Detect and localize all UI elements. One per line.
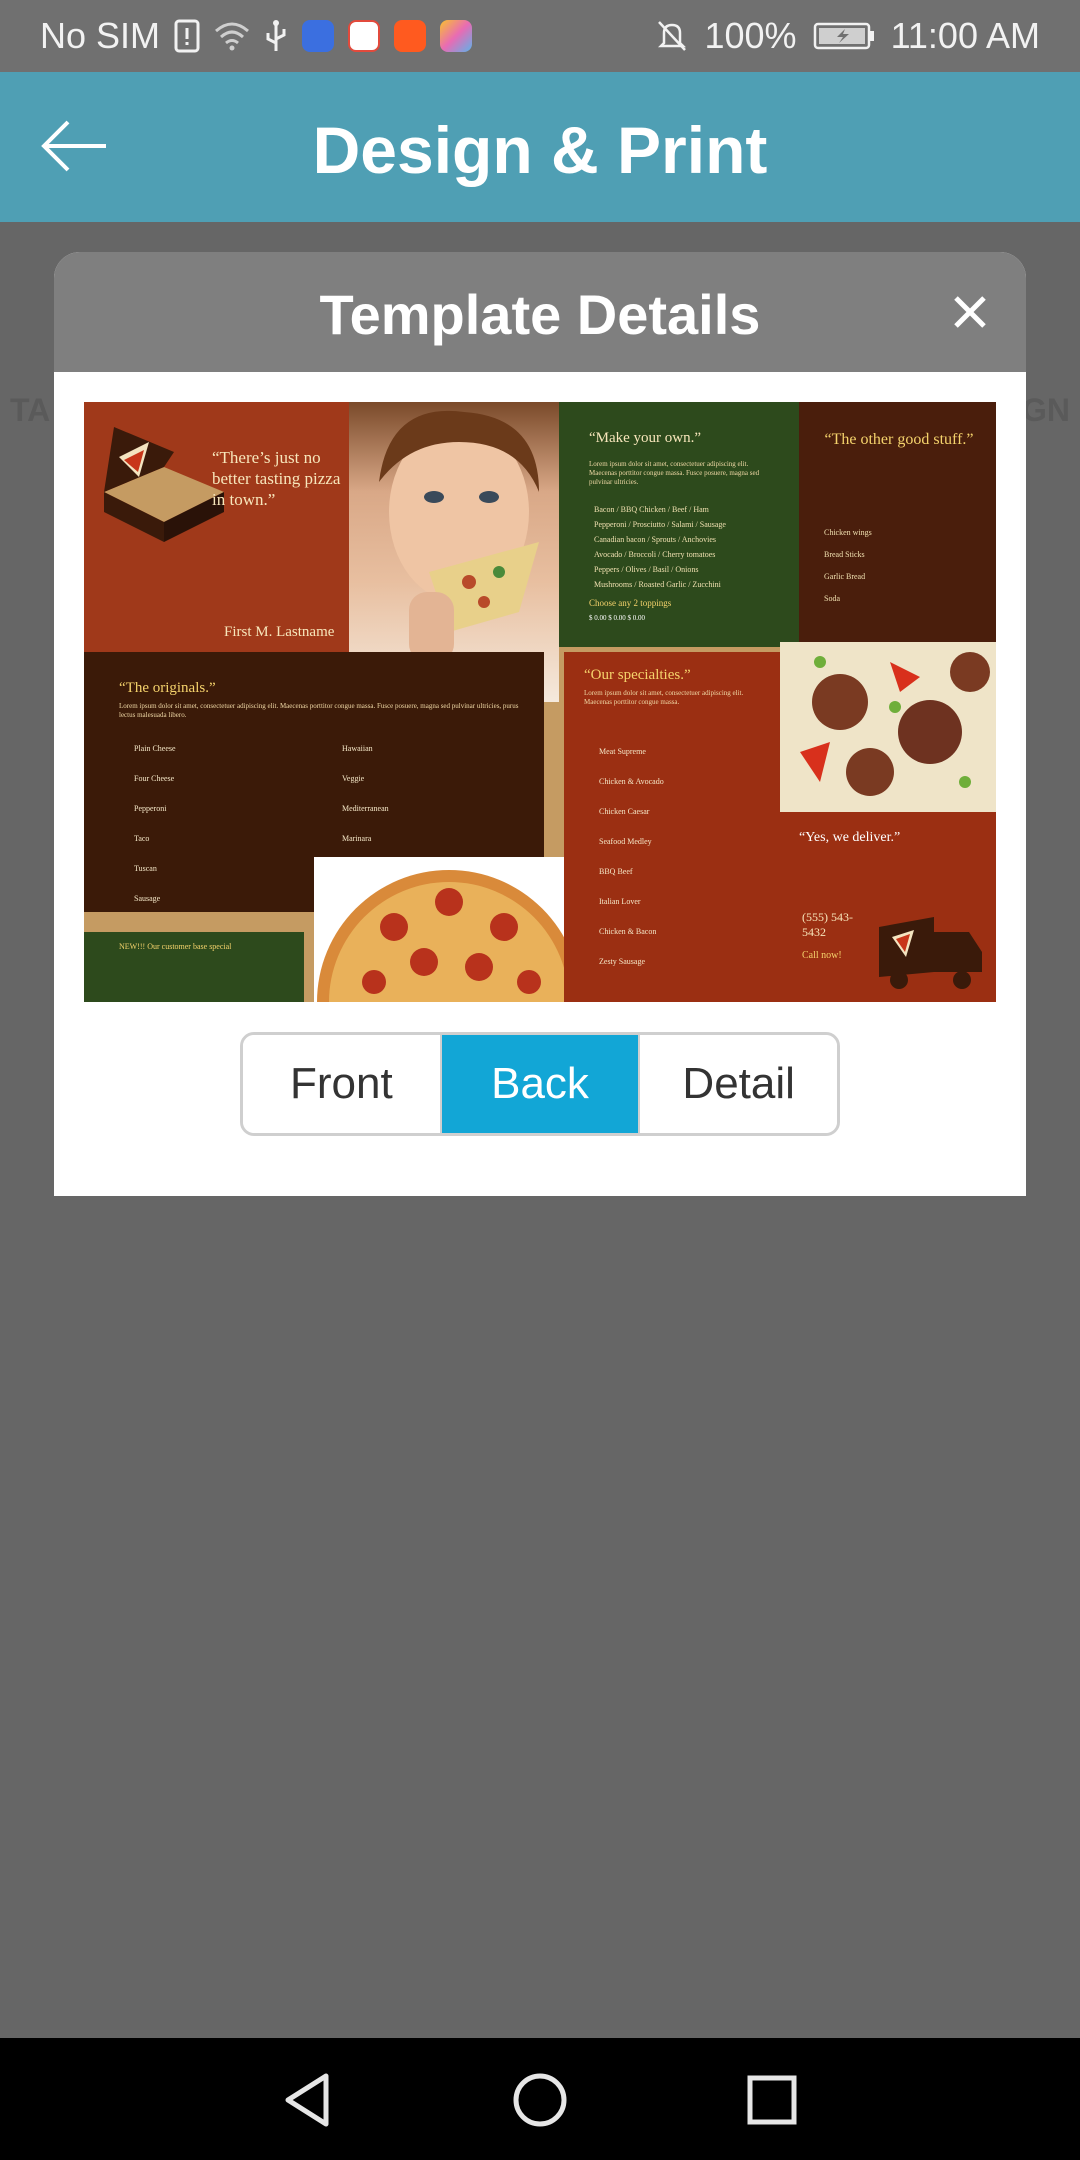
battery-charging-icon xyxy=(813,21,875,51)
template-details-dialog: Template Details “There’s just no better… xyxy=(54,252,1026,1196)
other-good-stuff-heading: “The other good stuff.” xyxy=(824,431,974,448)
original-item: Pepperoni xyxy=(134,804,167,813)
battery-percent: 100% xyxy=(704,15,797,56)
call-now: Call now! xyxy=(802,950,842,961)
original-item: Mediterranean xyxy=(342,804,389,813)
quote-top-left: “There’s just no better tasting pizza in… xyxy=(212,448,341,509)
specialty-item: Meat Supreme xyxy=(599,747,646,756)
usb-icon xyxy=(264,19,288,53)
originals-heading: “The originals.” xyxy=(119,680,216,696)
other-item: Bread Sticks xyxy=(824,550,865,559)
meatball-pizza-photo xyxy=(780,642,996,812)
photos-app-icon xyxy=(440,20,473,52)
dialog-header: Template Details xyxy=(54,252,1026,372)
new-customer-text: NEW!!! Our customer base special xyxy=(119,942,232,951)
tab-detail[interactable]: Detail xyxy=(640,1035,837,1133)
nav-home-icon[interactable] xyxy=(508,2068,572,2132)
specialty-item: BBQ Beef xyxy=(599,867,633,876)
specialty-item: Zesty Sausage xyxy=(599,957,645,966)
specialty-item: Chicken & Avocado xyxy=(599,777,664,786)
signature: First M. Lastname xyxy=(224,624,335,640)
nav-back-icon[interactable] xyxy=(276,2068,340,2132)
wifi-icon xyxy=(214,21,250,51)
original-item: Hawaiian xyxy=(342,744,373,753)
du-app-icon xyxy=(348,20,381,52)
specialty-item: Seafood Medley xyxy=(599,837,652,846)
toppings-line: Bacon / BBQ Chicken / Beef / Ham xyxy=(594,505,709,514)
sim-alert-icon xyxy=(174,19,200,53)
other-item: Chicken wings xyxy=(824,528,872,537)
carrier-label: No SIM xyxy=(40,15,161,56)
toppings-line: Mushrooms / Roasted Garlic / Zucchini xyxy=(594,580,721,589)
dialog-title: Template Details xyxy=(319,283,761,346)
template-preview-image: “There’s just no better tasting pizza in… xyxy=(84,402,996,1002)
toppings-line: Peppers / Olives / Basil / Onions xyxy=(594,565,699,574)
specialty-item: Chicken Caesar xyxy=(599,807,650,816)
tab-front[interactable]: Front xyxy=(243,1035,442,1133)
mute-icon xyxy=(656,19,688,53)
original-item: Sausage xyxy=(134,894,161,903)
choose-toppings: Choose any 2 toppings xyxy=(589,598,672,608)
original-item: Marinara xyxy=(342,834,372,843)
delivery-truck-illustration xyxy=(879,917,982,989)
nav-recents-icon[interactable] xyxy=(740,2068,804,2132)
phone-number: (555) 543-5432 xyxy=(802,910,853,939)
original-item: Tuscan xyxy=(134,864,157,873)
toppings-line: Canadian bacon / Sprouts / Anchovies xyxy=(594,535,716,544)
deliver-heading: “Yes, we deliver.” xyxy=(799,830,901,845)
app-title: Design & Print xyxy=(312,113,768,187)
original-item: Veggie xyxy=(342,774,365,783)
music-app-icon xyxy=(302,20,335,52)
toppings-line: Avocado / Broccoli / Cherry tomatoes xyxy=(594,550,716,559)
other-item: Garlic Bread xyxy=(824,572,866,581)
price-line: $ 0.00 $ 0.00 $ 0.00 xyxy=(589,614,645,622)
tab-back[interactable]: Back xyxy=(441,1035,641,1133)
app-bar: Design & Print xyxy=(0,72,1080,222)
specialties-heading: “Our specialties.” xyxy=(584,667,691,683)
close-icon[interactable] xyxy=(950,292,990,332)
toppings-line: Pepperoni / Prosciutto / Salami / Sausag… xyxy=(594,520,726,529)
video-app-icon xyxy=(394,20,427,52)
make-your-own-heading: “Make your own.” xyxy=(589,430,702,446)
status-bar: No SIM 100% 11:00 AM xyxy=(0,0,1080,72)
specialty-item: Chicken & Bacon xyxy=(599,927,657,936)
original-item: Plain Cheese xyxy=(134,744,176,753)
original-item: Taco xyxy=(134,834,150,843)
original-item: Four Cheese xyxy=(134,774,175,783)
view-segmented-control: Front Back Detail xyxy=(240,1032,840,1136)
navigation-bar xyxy=(0,2038,1080,2160)
other-item: Soda xyxy=(824,594,840,603)
background-tab-label-right: GN xyxy=(1022,392,1070,428)
specialty-item: Italian Lover xyxy=(599,897,641,906)
pepperoni-pizza-photo xyxy=(314,857,584,1002)
clock: 11:00 AM xyxy=(890,15,1040,56)
background-tab-label-left: TA xyxy=(10,392,51,428)
